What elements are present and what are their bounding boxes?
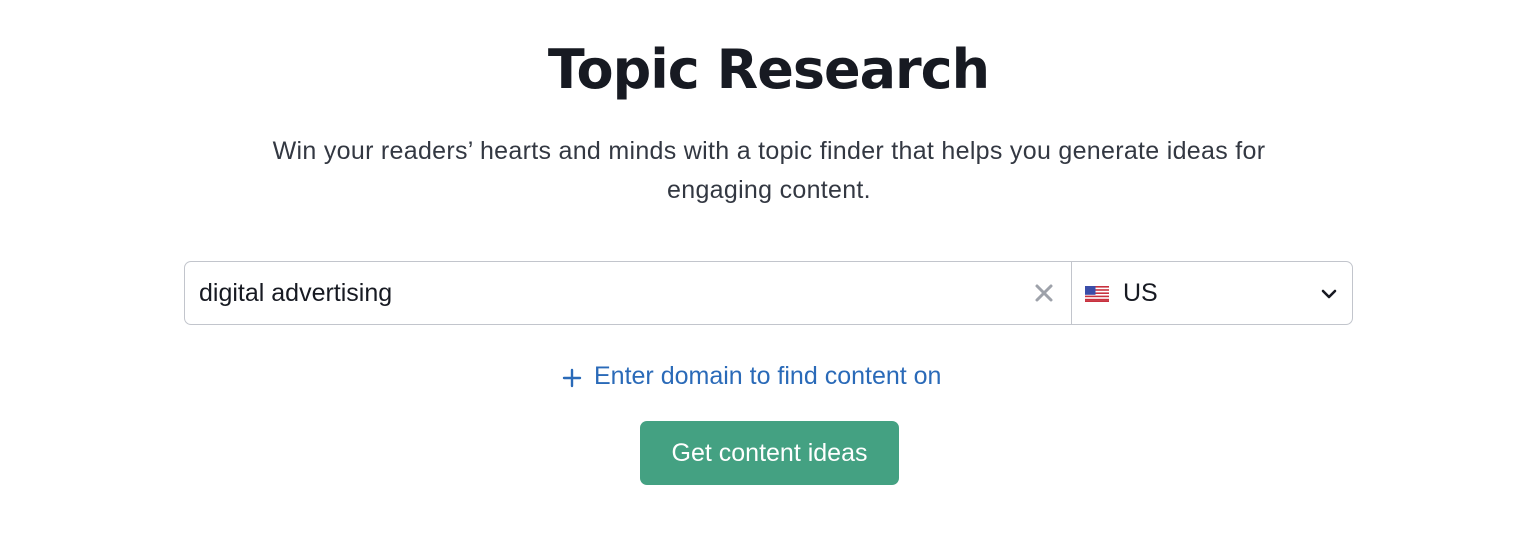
plus-icon: [562, 366, 582, 388]
close-icon[interactable]: [1033, 282, 1055, 304]
search-field-wrapper: [185, 262, 1072, 324]
country-label: US: [1123, 279, 1158, 307]
chevron-down-icon: [1320, 287, 1338, 301]
topic-search-input[interactable]: [185, 262, 1015, 324]
enter-domain-label: Enter domain to find content on: [594, 361, 942, 390]
enter-domain-link[interactable]: Enter domain to find content on: [562, 358, 941, 394]
search-bar: US: [184, 261, 1353, 325]
country-select[interactable]: US: [1072, 262, 1352, 324]
get-content-ideas-button[interactable]: Get content ideas: [640, 421, 899, 485]
page-title: Topic Research: [547, 38, 990, 101]
us-flag-icon: [1085, 286, 1109, 302]
page-subtitle: Win your readers’ hearts and minds with …: [272, 137, 1266, 204]
